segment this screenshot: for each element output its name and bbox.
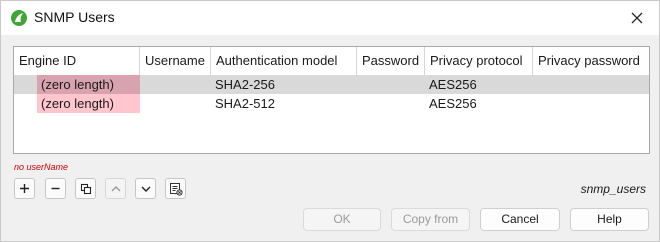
cancel-button[interactable]: Cancel	[480, 208, 560, 231]
column-header-privacy-password[interactable]: Privacy password	[533, 47, 649, 75]
column-header-password[interactable]: Password	[357, 47, 425, 75]
remove-icon	[51, 187, 60, 190]
wireshark-fin-icon	[11, 10, 27, 26]
privacy-protocol-cell[interactable]: AES256	[425, 94, 533, 113]
auth-model-cell[interactable]: SHA2-512	[211, 94, 357, 113]
uat-file-label: snmp_users	[580, 182, 646, 196]
close-icon	[631, 12, 643, 24]
help-button[interactable]: Help	[570, 208, 649, 231]
column-header-username[interactable]: Username	[140, 47, 211, 75]
privacy-password-cell[interactable]	[533, 75, 649, 94]
title-bar: SNMP Users	[1, 1, 659, 35]
close-button[interactable]	[623, 5, 651, 31]
add-icon	[20, 184, 29, 193]
username-cell[interactable]	[140, 94, 211, 113]
privacy-protocol-cell[interactable]: AES256	[425, 75, 533, 94]
move-down-icon	[141, 186, 150, 192]
status-message: no userName	[14, 162, 69, 172]
column-header-engine-id[interactable]: Engine ID	[14, 47, 140, 75]
window-title: SNMP Users	[34, 9, 115, 25]
table-row[interactable]: (zero length) SHA2-512 AES256	[14, 94, 649, 113]
move-up-icon	[111, 185, 120, 191]
clear-icon	[169, 182, 183, 196]
column-header-privacy-protocol[interactable]: Privacy protocol	[425, 47, 533, 75]
move-up-button[interactable]	[105, 178, 126, 199]
password-cell[interactable]	[357, 94, 425, 113]
copy-button[interactable]	[75, 178, 96, 199]
auth-model-cell[interactable]: SHA2-256	[211, 75, 357, 94]
snmp-users-dialog: SNMP Users Engine ID Username Authentica…	[0, 0, 660, 242]
table-row[interactable]: (zero length) SHA2-256 AES256	[14, 75, 649, 94]
add-button[interactable]	[14, 178, 35, 199]
engine-id-cell[interactable]: (zero length)	[37, 94, 140, 113]
privacy-password-cell[interactable]	[533, 94, 649, 113]
clear-button[interactable]	[165, 178, 186, 199]
copy-from-button[interactable]: Copy from	[391, 208, 470, 231]
move-down-button[interactable]	[135, 178, 156, 199]
copy-icon	[80, 183, 91, 194]
table-header: Engine ID Username Authentication model …	[14, 47, 649, 76]
password-cell[interactable]	[357, 75, 425, 94]
snmp-users-table[interactable]: Engine ID Username Authentication model …	[13, 46, 650, 154]
ok-button[interactable]: OK	[303, 208, 381, 231]
column-header-authentication-model[interactable]: Authentication model	[211, 47, 357, 75]
username-cell[interactable]	[140, 75, 211, 94]
remove-button[interactable]	[45, 178, 66, 199]
engine-id-cell[interactable]: (zero length)	[37, 75, 140, 94]
